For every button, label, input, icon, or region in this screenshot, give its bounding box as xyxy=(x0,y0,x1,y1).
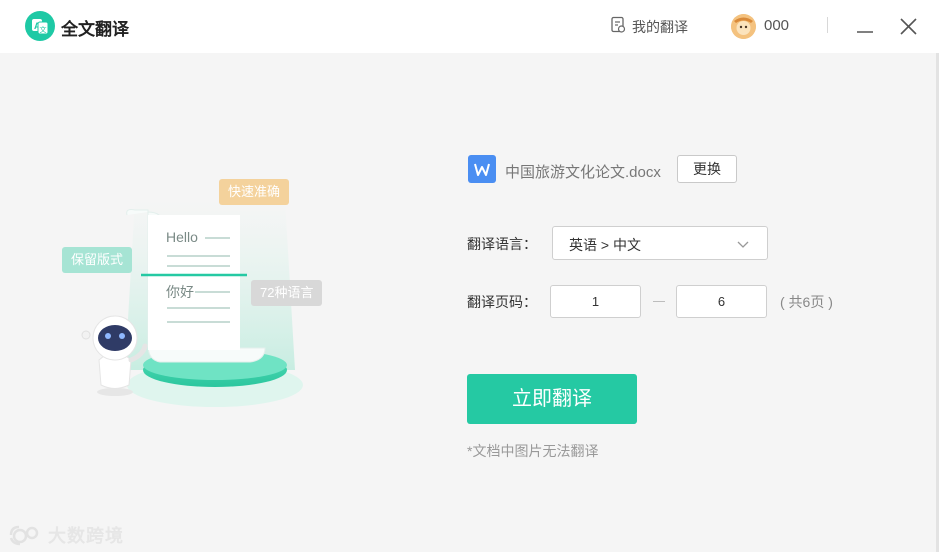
watermark-logo-icon xyxy=(9,525,39,546)
pages-label: 翻译页码： xyxy=(467,294,537,310)
language-value: 英语 > 中文 xyxy=(569,237,641,253)
illustration: 快速准确 保留版式 72种语言 Hello 你好 xyxy=(55,170,345,415)
chevron-down-icon xyxy=(737,237,749,255)
total-pages: ( 共6页 ) xyxy=(780,294,833,310)
my-translations-label: 我的翻译 xyxy=(632,18,688,35)
app-logo: A 文 xyxy=(25,11,55,41)
minimize-icon xyxy=(857,31,873,33)
close-button[interactable] xyxy=(898,14,920,38)
doc-nihao-text: 你好 xyxy=(166,284,194,300)
app-title: 全文翻译 xyxy=(61,20,129,39)
titlebar-divider xyxy=(827,17,828,33)
tag-keep-format: 保留版式 xyxy=(62,247,133,273)
language-label: 翻译语言： xyxy=(467,236,537,252)
watermark: 大数跨境 xyxy=(8,522,124,548)
tag-fast-accurate: 快速准确 xyxy=(219,179,290,205)
change-file-button[interactable]: 更换 xyxy=(677,155,737,183)
page-from-input[interactable]: 1 xyxy=(550,285,641,318)
my-translations-link[interactable]: 我的翻译 xyxy=(610,16,688,37)
document-icon xyxy=(610,16,626,37)
svg-text:文: 文 xyxy=(40,25,47,34)
avatar[interactable] xyxy=(731,14,756,39)
range-dash xyxy=(653,301,665,302)
translate-now-button[interactable]: 立即翻译 xyxy=(467,374,637,424)
close-icon xyxy=(900,18,917,35)
title-bar: A 文 全文翻译 我的翻译 000 xyxy=(0,0,939,53)
tag-72-languages: 72种语言 xyxy=(251,280,323,306)
file-name: 中国旅游文化论文.docx xyxy=(505,164,661,181)
file-info: 中国旅游文化论文.docx xyxy=(468,155,661,188)
image-note: *文档中图片无法翻译 xyxy=(467,443,599,459)
watermark-text: 大数跨境 xyxy=(48,526,124,546)
word-icon xyxy=(468,155,496,188)
doc-hello-text: Hello xyxy=(166,229,198,245)
page-to-input[interactable]: 6 xyxy=(676,285,767,318)
language-select[interactable]: 英语 > 中文 xyxy=(552,226,768,260)
username: 000 xyxy=(764,17,790,34)
minimize-button[interactable] xyxy=(855,14,875,38)
